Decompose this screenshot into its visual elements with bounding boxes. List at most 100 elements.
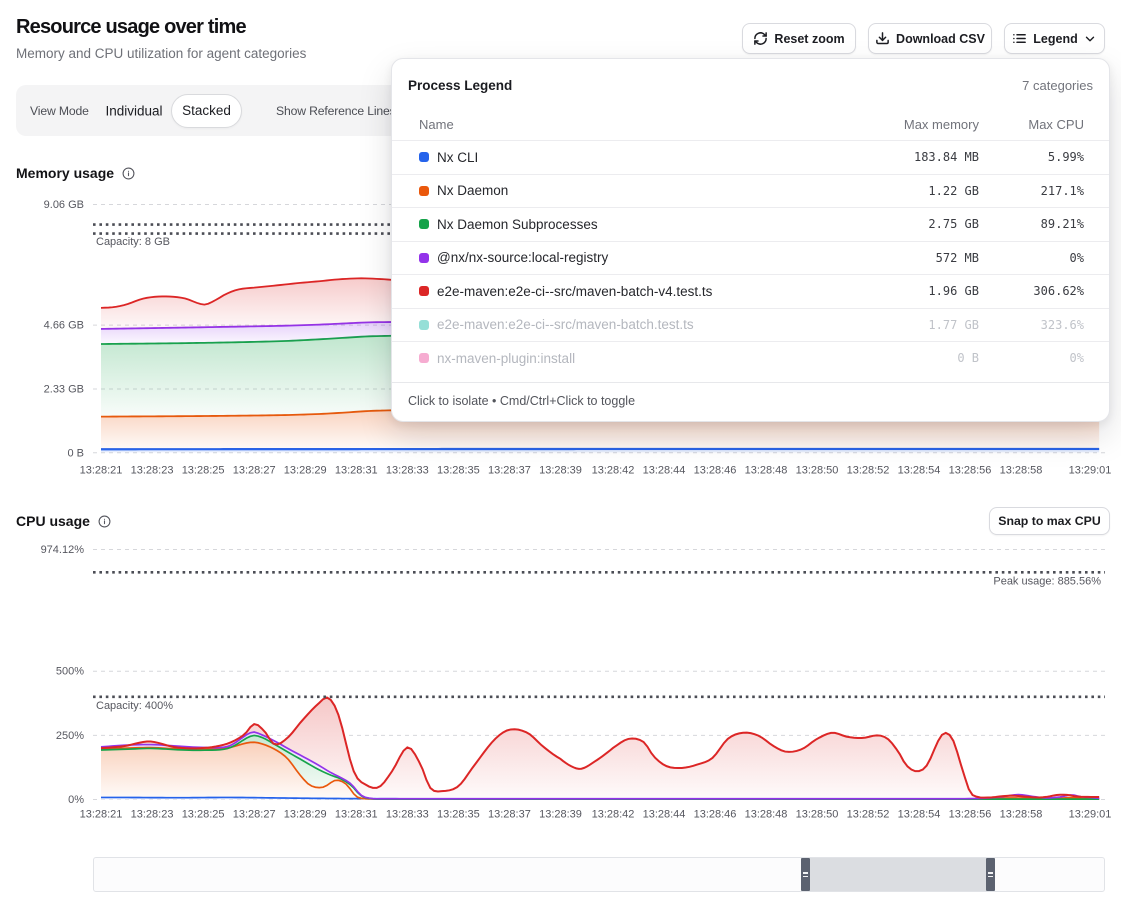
x-tick-label: 13:28:25 bbox=[182, 465, 225, 477]
x-tick-label: 13:28:27 bbox=[233, 465, 276, 477]
series-max-memory: 2.75 GB bbox=[816, 217, 979, 231]
legend-row[interactable]: e2e-maven:e2e-ci--src/maven-batch.test.t… bbox=[392, 308, 1109, 342]
series-max-memory: 1.22 GB bbox=[816, 184, 979, 198]
page-title: Resource usage over time bbox=[16, 16, 246, 39]
series-name: Nx Daemon Subprocesses bbox=[437, 217, 598, 232]
series-max-cpu: 89.21% bbox=[979, 217, 1084, 231]
info-icon[interactable] bbox=[98, 515, 111, 528]
x-tick-label: 13:28:21 bbox=[80, 809, 123, 821]
x-tick-label: 13:28:23 bbox=[131, 465, 174, 477]
legend-rows: Nx CLI183.84 MB5.99%Nx Daemon1.22 GB217.… bbox=[392, 140, 1109, 375]
x-tick-label: 13:28:33 bbox=[386, 809, 429, 821]
x-tick-label: 13:29:01 bbox=[1069, 465, 1112, 477]
snap-to-max-cpu-button[interactable]: Snap to max CPU bbox=[989, 507, 1110, 535]
view-mode-label: View Mode bbox=[30, 104, 89, 118]
refresh-icon bbox=[753, 31, 768, 46]
legend-popup-header: Process Legend 7 categories bbox=[392, 59, 1109, 108]
x-tick-label: 13:28:25 bbox=[182, 809, 225, 821]
cpu-area-1 bbox=[101, 797, 1099, 799]
page-subtitle: Memory and CPU utilization for agent cat… bbox=[16, 46, 306, 61]
x-tick-label: 13:28:29 bbox=[284, 465, 327, 477]
time-range-brush[interactable] bbox=[93, 857, 1105, 892]
legend-table-header: Name Max memory Max CPU bbox=[392, 108, 1109, 140]
download-csv-button[interactable]: Download CSV bbox=[868, 23, 992, 54]
x-tick-label: 13:28:35 bbox=[437, 465, 480, 477]
legend-popup-footer: Click to isolate • Cmd/Ctrl+Click to tog… bbox=[392, 382, 1109, 421]
series-max-memory: 183.84 MB bbox=[816, 150, 979, 164]
series-max-memory: 572 MB bbox=[816, 251, 979, 265]
legend-col-name: Name bbox=[419, 117, 816, 132]
legend-row[interactable]: e2e-maven:e2e-ci--src/maven-batch-v4.tes… bbox=[392, 274, 1109, 308]
series-name: @nx/nx-source:local-registry bbox=[437, 250, 608, 265]
legend-row[interactable]: Nx CLI183.84 MB5.99% bbox=[392, 140, 1109, 174]
series-color-dot bbox=[419, 353, 429, 363]
show-reference-lines-label: Show Reference Lines bbox=[276, 104, 396, 118]
x-tick-label: 13:28:56 bbox=[949, 809, 992, 821]
y-tick-label: 4.66 GB bbox=[44, 320, 84, 332]
memory-section-header: Memory usage bbox=[16, 165, 135, 181]
x-tick-label: 13:28:39 bbox=[539, 809, 582, 821]
memory-area-1 bbox=[101, 449, 1099, 453]
x-tick-label: 13:28:52 bbox=[847, 465, 890, 477]
legend-row[interactable]: nx-maven-plugin:install0 B0% bbox=[392, 341, 1109, 375]
series-name: Nx Daemon bbox=[437, 183, 508, 198]
x-tick-label: 13:28:21 bbox=[80, 465, 123, 477]
x-tick-label: 13:28:46 bbox=[694, 465, 737, 477]
x-tick-label: 13:28:58 bbox=[1000, 809, 1043, 821]
cpu-line-2 bbox=[101, 742, 1099, 799]
memory-usage-title: Memory usage bbox=[16, 165, 114, 181]
x-tick-label: 13:28:52 bbox=[847, 809, 890, 821]
series-color-dot bbox=[419, 320, 429, 330]
cpu-chart: 974.12%500%250%0%13:28:2113:28:2313:28:2… bbox=[41, 544, 1112, 820]
brush-selection[interactable] bbox=[810, 858, 986, 891]
x-tick-label: 13:28:42 bbox=[592, 465, 635, 477]
x-tick-label: 13:28:48 bbox=[745, 465, 788, 477]
y-tick-label: 974.12% bbox=[41, 544, 85, 556]
info-icon[interactable] bbox=[122, 167, 135, 180]
legend-row[interactable]: Nx Daemon Subprocesses 2.75 GB89.21% bbox=[392, 207, 1109, 241]
series-max-cpu: 323.6% bbox=[979, 318, 1084, 332]
series-color-dot bbox=[419, 186, 429, 196]
cpu-line-3 bbox=[101, 735, 1099, 799]
y-tick-label: 2.33 GB bbox=[44, 383, 84, 395]
reset-zoom-label: Reset zoom bbox=[774, 32, 844, 46]
x-tick-label: 13:28:50 bbox=[796, 465, 839, 477]
y-tick-label: 0% bbox=[68, 794, 84, 806]
capacity-label: Capacity: 400% bbox=[96, 700, 173, 712]
x-tick-label: 13:28:48 bbox=[745, 809, 788, 821]
view-mode-stacked[interactable]: Stacked bbox=[171, 94, 242, 128]
brush-handle-right[interactable] bbox=[986, 858, 995, 891]
series-max-memory: 1.77 GB bbox=[816, 318, 979, 332]
top-actions: Reset zoom Download CSV Legend bbox=[742, 23, 1105, 54]
series-max-cpu: 0% bbox=[979, 351, 1084, 365]
x-tick-label: 13:28:44 bbox=[643, 809, 686, 821]
legend-row[interactable]: @nx/nx-source:local-registry 572 MB0% bbox=[392, 241, 1109, 275]
x-tick-label: 13:28:50 bbox=[796, 809, 839, 821]
cpu-area-4 bbox=[101, 732, 1099, 800]
capacity-label: Capacity: 8 GB bbox=[96, 236, 170, 248]
brush-handle-left[interactable] bbox=[801, 858, 810, 891]
series-color-dot bbox=[419, 152, 429, 162]
download-icon bbox=[875, 31, 890, 46]
chevron-down-icon bbox=[1083, 32, 1097, 46]
x-tick-label: 13:28:56 bbox=[949, 465, 992, 477]
x-tick-label: 13:28:54 bbox=[898, 465, 941, 477]
x-tick-label: 13:28:31 bbox=[335, 465, 378, 477]
reset-zoom-button[interactable]: Reset zoom bbox=[742, 23, 856, 54]
legend-row[interactable]: Nx Daemon1.22 GB217.1% bbox=[392, 174, 1109, 208]
legend-col-memory: Max memory bbox=[816, 117, 979, 132]
view-mode-individual[interactable]: Individual bbox=[98, 103, 170, 118]
process-legend-popup: Process Legend 7 categories Name Max mem… bbox=[391, 58, 1110, 422]
legend-button[interactable]: Legend bbox=[1004, 23, 1105, 54]
y-tick-label: 0 B bbox=[67, 447, 84, 459]
series-color-dot bbox=[419, 219, 429, 229]
x-tick-label: 13:28:23 bbox=[131, 809, 174, 821]
cpu-area-2 bbox=[101, 742, 1099, 799]
series-color-dot bbox=[419, 253, 429, 263]
peak-label: Peak usage: 885.56% bbox=[993, 576, 1101, 588]
x-tick-label: 13:28:58 bbox=[1000, 465, 1043, 477]
cpu-line-4 bbox=[101, 732, 1099, 799]
series-max-cpu: 0% bbox=[979, 251, 1084, 265]
cpu-area-3 bbox=[101, 735, 1099, 799]
x-tick-label: 13:28:29 bbox=[284, 809, 327, 821]
